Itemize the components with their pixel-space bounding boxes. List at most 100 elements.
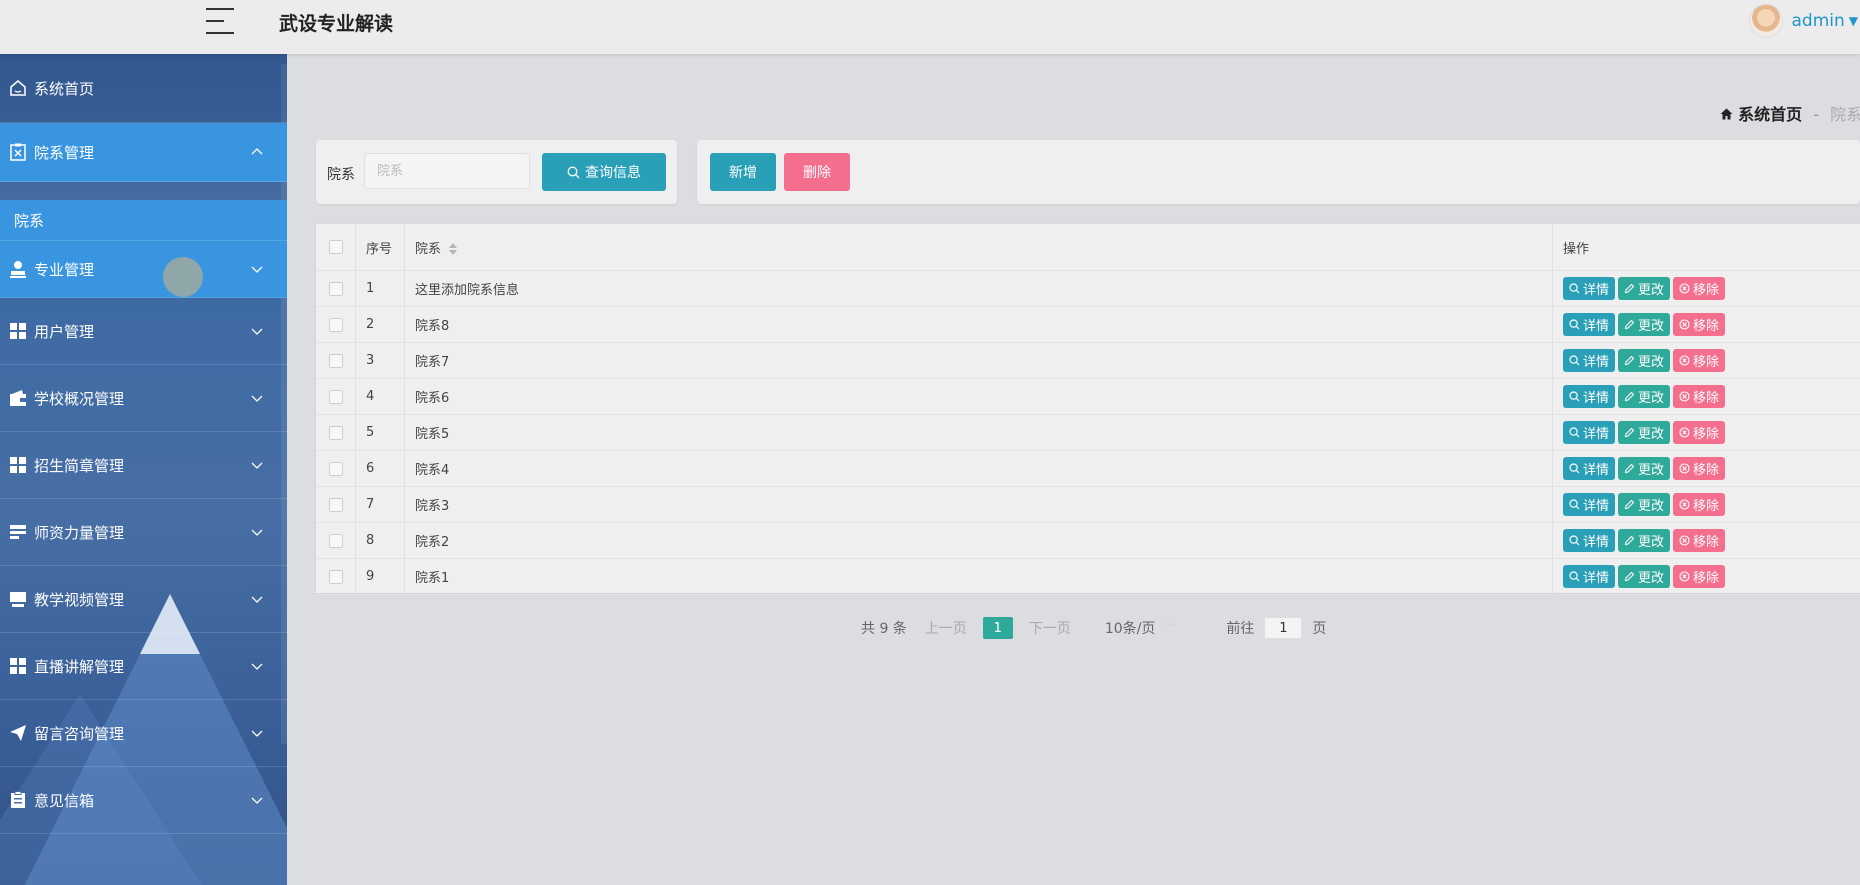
edit-button[interactable]: 更改 — [1618, 421, 1671, 444]
row-ops: 详情 更改 移除 — [1552, 342, 1860, 379]
goto-suffix: 页 — [1312, 621, 1327, 637]
detail-button[interactable]: 详情 — [1563, 313, 1616, 336]
row-name: 院系6 — [404, 378, 1553, 415]
row-checkbox[interactable] — [328, 533, 343, 548]
chevron-up-icon — [251, 148, 263, 155]
edit-button[interactable]: 更改 — [1618, 277, 1671, 300]
row-checkbox[interactable] — [328, 497, 343, 512]
row-checkbox[interactable] — [328, 569, 343, 584]
row-select-cell — [316, 522, 356, 559]
remove-button[interactable]: 移除 — [1673, 349, 1726, 372]
search-icon — [567, 166, 580, 178]
menu-toggle-icon[interactable] — [206, 8, 234, 34]
action-panel: 新增 删除 — [697, 140, 1860, 204]
row-checkbox[interactable] — [328, 353, 343, 368]
pencil-icon — [1624, 535, 1635, 546]
sidebar-item-department-management[interactable]: 院系管理 — [0, 123, 287, 182]
app-title: 武设专业解读 — [279, 13, 394, 35]
detail-button[interactable]: 详情 — [1563, 529, 1616, 552]
list-bars-icon — [8, 522, 28, 542]
edit-button[interactable]: 更改 — [1618, 529, 1671, 552]
remove-button[interactable]: 移除 — [1673, 457, 1726, 480]
header-name[interactable]: 院系 — [404, 224, 1553, 271]
prev-page-button[interactable]: 上一页 — [925, 618, 967, 638]
row-checkbox[interactable] — [328, 461, 343, 476]
breadcrumb-separator: - — [1813, 105, 1819, 124]
sidebar-item-suggestion-box[interactable]: 意见信箱 — [0, 767, 287, 834]
edit-button[interactable]: 更改 — [1618, 349, 1671, 372]
edit-button[interactable]: 更改 — [1618, 385, 1671, 408]
caret-down-icon[interactable]: ▼ — [1849, 14, 1858, 28]
add-button[interactable]: 新增 — [710, 153, 776, 191]
goto-page-input[interactable] — [1264, 617, 1303, 639]
edit-button[interactable]: 更改 — [1618, 457, 1671, 480]
edit-button[interactable]: 更改 — [1618, 313, 1671, 336]
detail-button[interactable]: 详情 — [1563, 277, 1616, 300]
breadcrumb-current: 院系 — [1830, 105, 1860, 124]
remove-button[interactable]: 移除 — [1673, 277, 1726, 300]
sidebar-item-message-management[interactable]: 留言咨询管理 — [0, 700, 287, 767]
close-circle-icon — [1679, 355, 1690, 366]
top-header: 武设专业解读 admin ▼ — [0, 0, 1860, 54]
remove-button[interactable]: 移除 — [1673, 421, 1726, 444]
detail-button[interactable]: 详情 — [1563, 493, 1616, 516]
wallet-icon — [8, 388, 28, 408]
row-name: 院系4 — [404, 450, 1553, 487]
detail-button[interactable]: 详情 — [1563, 349, 1616, 372]
mouse-cursor-indicator — [163, 257, 203, 297]
edit-button[interactable]: 更改 — [1618, 565, 1671, 588]
sidebar-subitem-department[interactable]: 院系 — [0, 200, 287, 241]
row-checkbox[interactable] — [328, 317, 343, 332]
user-menu[interactable]: admin ▼ — [1749, 4, 1860, 38]
remove-button[interactable]: 移除 — [1673, 313, 1726, 336]
row-index: 8 — [355, 522, 405, 559]
next-page-button[interactable]: 下一页 — [1029, 618, 1071, 638]
remove-button[interactable]: 移除 — [1673, 493, 1726, 516]
page-size-select[interactable]: 10条/页 ﹀ — [1105, 618, 1177, 638]
delete-button[interactable]: 删除 — [784, 153, 850, 191]
table-row: 2 院系8 详情 更改 移除 — [316, 306, 1860, 343]
row-select-cell — [316, 306, 356, 343]
close-circle-icon — [1679, 463, 1690, 474]
sidebar-item-major-management[interactable]: 专业管理 — [0, 241, 287, 298]
avatar[interactable] — [1749, 4, 1784, 38]
user-stamp-icon — [8, 259, 28, 279]
detail-button[interactable]: 详情 — [1563, 565, 1616, 588]
sidebar-item-admissions-management[interactable]: 招生简章管理 — [0, 432, 287, 499]
remove-button[interactable]: 移除 — [1673, 385, 1726, 408]
sort-icon[interactable] — [449, 243, 458, 255]
department-search-input[interactable] — [364, 153, 530, 189]
row-checkbox[interactable] — [328, 389, 343, 404]
edit-button-label: 更改 — [1638, 427, 1665, 442]
remove-button[interactable]: 移除 — [1673, 565, 1726, 588]
row-ops: 详情 更改 移除 — [1552, 558, 1860, 595]
page-number-button[interactable]: 1 — [982, 617, 1013, 639]
close-circle-icon — [1679, 319, 1690, 330]
breadcrumb-home[interactable]: 系统首页 — [1738, 105, 1802, 124]
sidebar-item-video-management[interactable]: 教学视频管理 — [0, 566, 287, 633]
sidebar-item-user-management[interactable]: 用户管理 — [0, 298, 287, 365]
detail-button[interactable]: 详情 — [1563, 457, 1616, 480]
remove-button[interactable]: 移除 — [1673, 529, 1726, 552]
pencil-icon — [1624, 355, 1635, 366]
detail-button[interactable]: 详情 — [1563, 421, 1616, 444]
sidebar-item-home[interactable]: 系统首页 — [0, 54, 287, 123]
sidebar-item-live-management[interactable]: 直播讲解管理 — [0, 633, 287, 700]
query-button[interactable]: 查询信息 — [542, 153, 666, 191]
username[interactable]: admin — [1791, 11, 1844, 31]
row-checkbox[interactable] — [328, 281, 343, 296]
table-header-row: 序号 院系 操作 — [316, 224, 1860, 271]
row-checkbox[interactable] — [328, 425, 343, 440]
pencil-icon — [1624, 463, 1635, 474]
row-select-cell — [316, 342, 356, 379]
search-icon — [1569, 535, 1580, 546]
table-body: 1 这里添加院系信息 详情 更改 移除 2 院系8 详情 更改 移除 3 院系7 详情 更改 移除 4 院系6 详… — [316, 270, 1860, 595]
edit-button[interactable]: 更改 — [1618, 493, 1671, 516]
clipboard-x-icon — [8, 142, 28, 162]
select-all-checkbox[interactable] — [328, 240, 343, 254]
sidebar-item-school-overview-management[interactable]: 学校概况管理 — [0, 365, 287, 432]
grid-icon — [8, 656, 28, 676]
chevron-down-icon — [251, 462, 263, 469]
detail-button[interactable]: 详情 — [1563, 385, 1616, 408]
sidebar-item-faculty-management[interactable]: 师资力量管理 — [0, 499, 287, 566]
